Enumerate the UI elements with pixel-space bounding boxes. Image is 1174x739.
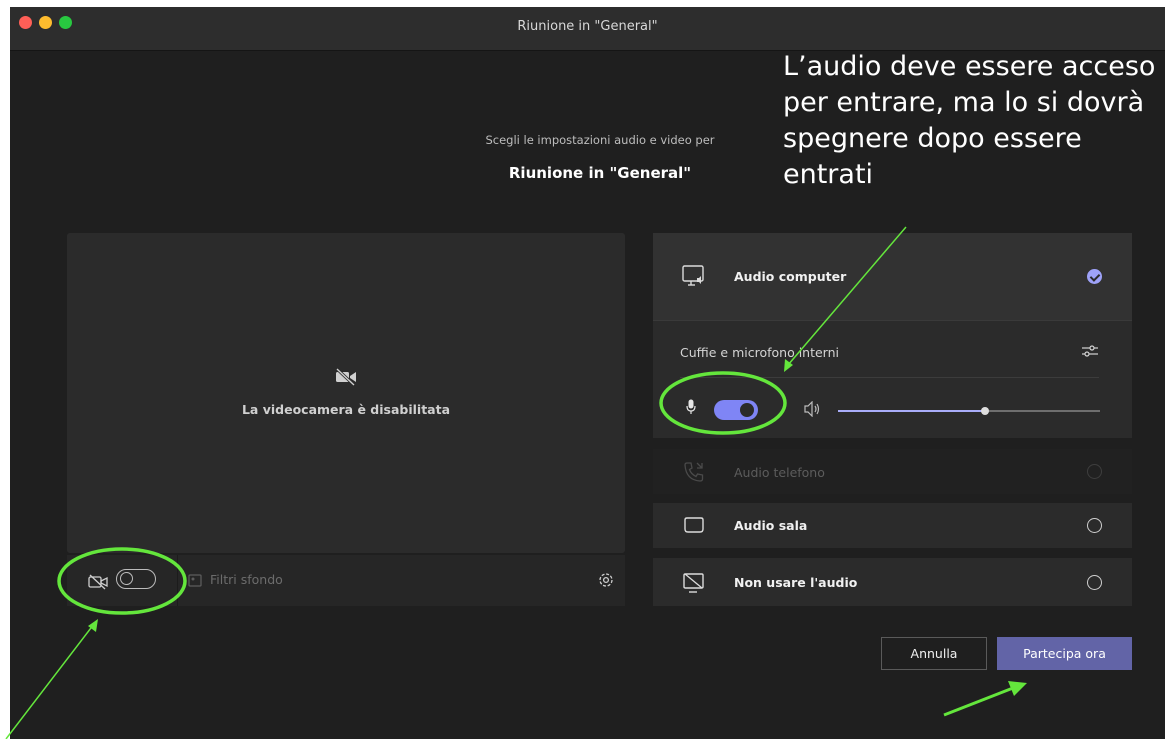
computer-audio-icon — [682, 265, 704, 286]
camera-disabled-text: La videocamera è disabilitata — [241, 402, 451, 417]
join-now-button[interactable]: Partecipa ora — [997, 637, 1132, 670]
audio-room-label: Audio sala — [734, 518, 808, 533]
audio-device-name[interactable]: Cuffie e microfono interni — [680, 345, 839, 360]
audio-room-radio[interactable] — [1087, 518, 1102, 533]
audio-option-computer[interactable]: Audio computer — [653, 233, 1132, 320]
no-audio-radio[interactable] — [1087, 575, 1102, 590]
audio-option-phone: Audio telefono — [653, 449, 1132, 494]
phone-audio-icon — [684, 462, 704, 482]
volume-level — [838, 410, 985, 412]
audio-computer-radio[interactable] — [1087, 269, 1102, 284]
title-bar: Riunione in "General" — [10, 7, 1165, 51]
no-audio-label: Non usare l'audio — [734, 575, 858, 590]
audio-phone-label: Audio telefono — [734, 465, 825, 480]
device-settings-gear-icon[interactable] — [597, 571, 615, 589]
volume-thumb[interactable] — [980, 407, 989, 415]
computer-audio-settings: Cuffie e microfono interni — [653, 320, 1132, 438]
camera-toggle[interactable] — [116, 569, 156, 589]
speaker-icon — [804, 401, 820, 417]
audio-option-none[interactable]: Non usare l'audio — [653, 558, 1132, 606]
audio-computer-label: Audio computer — [734, 269, 847, 284]
divider — [680, 377, 1099, 378]
camera-off-icon — [335, 368, 356, 386]
camera-off-icon — [88, 574, 108, 590]
meeting-name: Riunione in "General" — [508, 164, 692, 182]
toolbar-divider — [177, 555, 178, 606]
no-audio-icon — [683, 573, 704, 593]
audio-option-room[interactable]: Audio sala — [653, 503, 1132, 548]
toggle-knob — [740, 403, 754, 417]
volume-slider[interactable] — [838, 407, 1100, 415]
room-audio-icon — [684, 517, 704, 533]
microphone-icon — [686, 399, 696, 414]
device-settings-sliders-icon[interactable] — [1081, 343, 1099, 359]
video-preview: La videocamera è disabilitata — [67, 233, 625, 553]
microphone-toggle[interactable] — [714, 400, 758, 420]
background-filters-icon — [188, 574, 202, 587]
video-toolbar: Filtri sfondo — [67, 555, 625, 606]
audio-phone-radio — [1087, 464, 1102, 479]
toggle-knob — [120, 572, 133, 585]
cancel-button[interactable]: Annulla — [881, 637, 987, 670]
settings-subtitle: Scegli le impostazioni audio e video per — [485, 133, 715, 147]
window-title: Riunione in "General" — [517, 19, 658, 34]
annotation-text: L’audio deve essere acceso per entrare, … — [783, 51, 1156, 190]
background-filters-label[interactable]: Filtri sfondo — [210, 572, 283, 587]
